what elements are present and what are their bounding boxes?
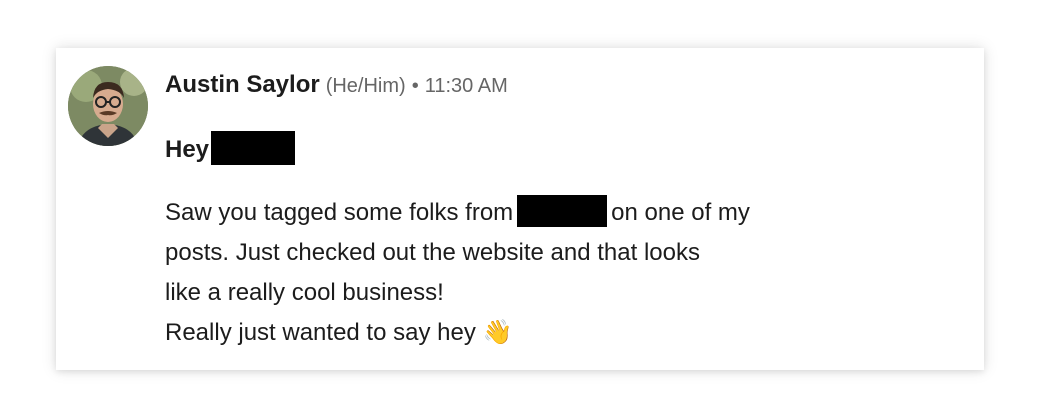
message-line-4: Really just wanted to say hey 👋	[165, 313, 925, 353]
waving-hand-icon: 👋	[482, 319, 513, 346]
message-line-3: like a really cool business!	[165, 279, 444, 306]
message-line-2: posts. Just checked out the website and …	[165, 239, 700, 266]
greeting-text: Hey	[165, 136, 210, 163]
author-avatar[interactable]	[68, 66, 148, 146]
message-card: Austin Saylor (He/Him) • 11:30 AM Hey Saw y…	[56, 48, 984, 370]
message-greeting: Hey	[165, 130, 296, 168]
author-name[interactable]: Austin Saylor	[165, 71, 320, 98]
separator-dot: •	[411, 75, 419, 97]
message-body: Saw you tagged some folks from on one of …	[165, 193, 925, 353]
avatar-photo-icon	[68, 66, 148, 146]
line4-text: Really just wanted to say hey	[165, 319, 476, 346]
redacted-company	[517, 194, 608, 227]
author-pronouns: (He/Him)	[325, 75, 406, 97]
message-timestamp: 11:30 AM	[424, 75, 508, 97]
line1-text-after: on one of my	[611, 199, 750, 226]
message-header: Austin Saylor (He/Him) • 11:30 AM	[165, 70, 508, 103]
redacted-name	[211, 130, 296, 165]
message-line-1: Saw you tagged some folks from on one of …	[165, 193, 925, 233]
line1-text-before: Saw you tagged some folks from	[165, 199, 514, 226]
